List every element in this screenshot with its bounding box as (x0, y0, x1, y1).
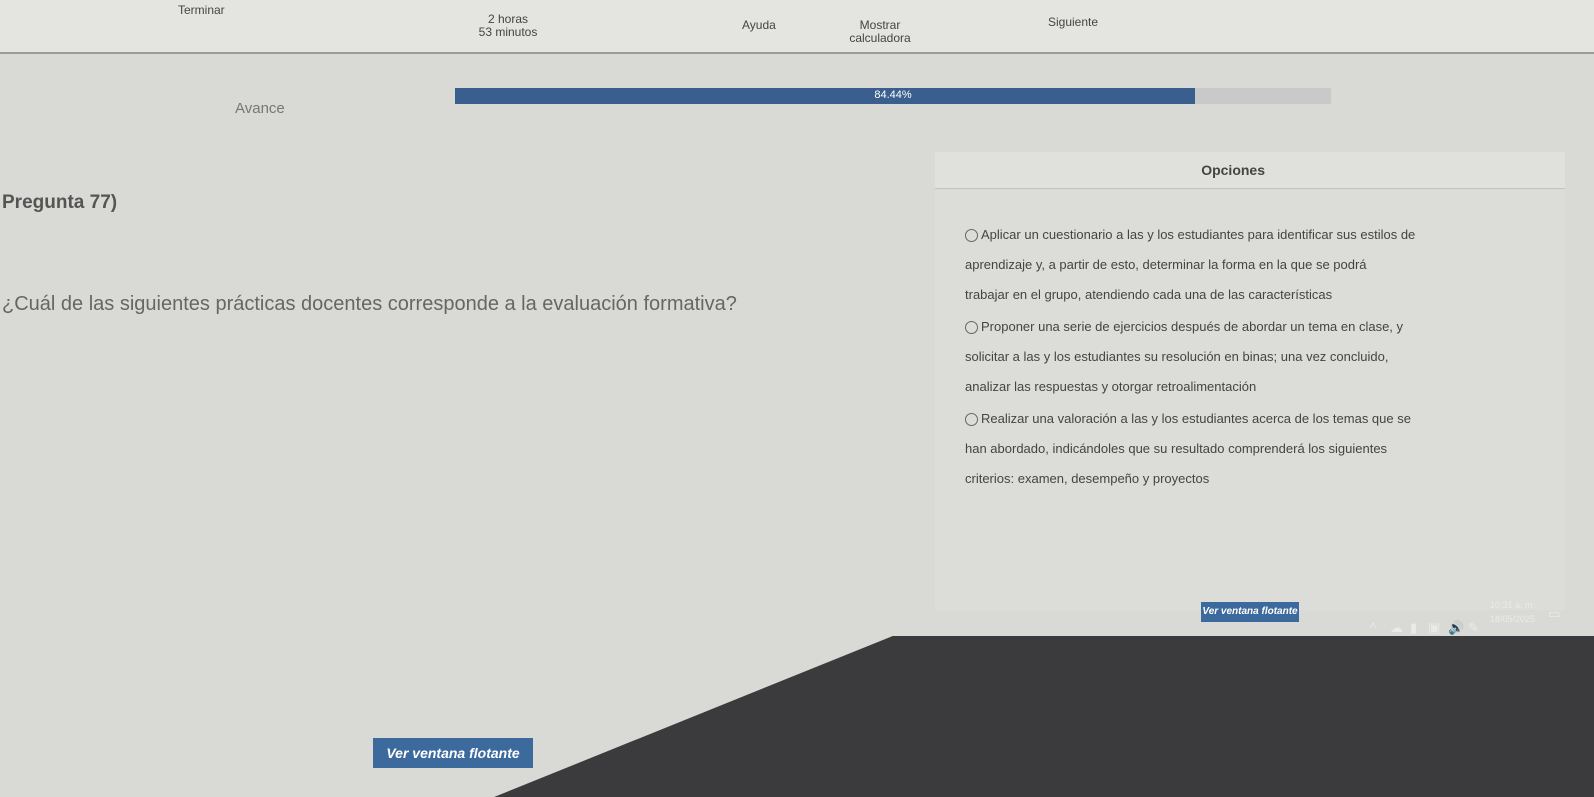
options-panel: Aplicar un cuestionario a las y los estu… (935, 190, 1565, 610)
option-c[interactable]: Realizar una valoración a las y los estu… (965, 404, 1555, 494)
option-c-line1: Realizar una valoración a las y los estu… (981, 411, 1411, 426)
help-button[interactable]: Ayuda (742, 19, 776, 32)
timer-display: 2 horas 53 minutos (463, 13, 553, 39)
options-header: Opciones (935, 152, 1565, 189)
radio-icon[interactable] (965, 413, 978, 427)
timer-minutes: 53 minutos (478, 25, 538, 39)
battery-icon[interactable]: ▮ (1410, 620, 1417, 636)
option-a[interactable]: Aplicar un cuestionario a las y los estu… (965, 220, 1555, 310)
clock-time[interactable]: 10:31 a. m. (1490, 600, 1535, 610)
next-label: Siguiente (1048, 15, 1099, 29)
clock-date[interactable]: 18/05/2025 (1490, 614, 1535, 624)
option-c-line3: criterios: examen, desempeño y proyectos (965, 471, 1210, 486)
radio-icon[interactable] (965, 229, 978, 243)
show-calculator-button[interactable]: Mostrar calculadora (840, 19, 920, 45)
option-a-line2: aprendizaje y, a partir de esto, determi… (965, 257, 1367, 272)
floating-window-button[interactable]: Ver ventana flotante (373, 738, 533, 768)
top-toolbar: Terminar 2 horas 53 minutos Ayuda Mostra… (0, 0, 1594, 54)
chevron-up-icon[interactable]: ^ (1370, 620, 1376, 635)
next-button[interactable]: Siguiente (1048, 16, 1098, 29)
progress-bar: 84.44% (455, 88, 1331, 104)
notification-icon[interactable]: ▭ (1548, 606, 1560, 622)
option-b-line3: analizar las respuestas y otorgar retroa… (965, 379, 1257, 394)
pen-icon[interactable]: ✎ (1468, 620, 1479, 636)
option-b-line2: solicitar a las y los estudiantes su res… (965, 349, 1389, 364)
progress-percent: 84.44% (874, 89, 912, 101)
option-b-line1: Proponer una serie de ejercicios después… (981, 319, 1404, 334)
option-a-line1: Aplicar un cuestionario a las y los estu… (981, 227, 1416, 242)
question-text: ¿Cuál de las siguientes prácticas docent… (2, 293, 737, 315)
question-number: Pregunta 77) (2, 192, 118, 213)
taskbar (494, 636, 1594, 797)
network-icon[interactable]: ▣ (1428, 620, 1440, 636)
radio-icon[interactable] (965, 321, 978, 335)
options-title: Opciones (1201, 162, 1265, 178)
floating-window-button-small[interactable]: Ver ventana flotante (1201, 602, 1299, 622)
progress-label: Avance (235, 100, 285, 117)
option-b[interactable]: Proponer una serie de ejercicios después… (965, 312, 1555, 402)
option-c-line2: han abordado, indicándoles que su result… (965, 441, 1388, 456)
onedrive-icon[interactable]: ☁ (1390, 620, 1403, 636)
volume-icon[interactable]: 🔊 (1448, 620, 1464, 636)
option-a-line3: trabajar en el grupo, atendiendo cada un… (965, 287, 1333, 302)
calculator-label-line2: calculadora (849, 31, 911, 45)
finish-button[interactable]: Terminar (178, 4, 225, 17)
